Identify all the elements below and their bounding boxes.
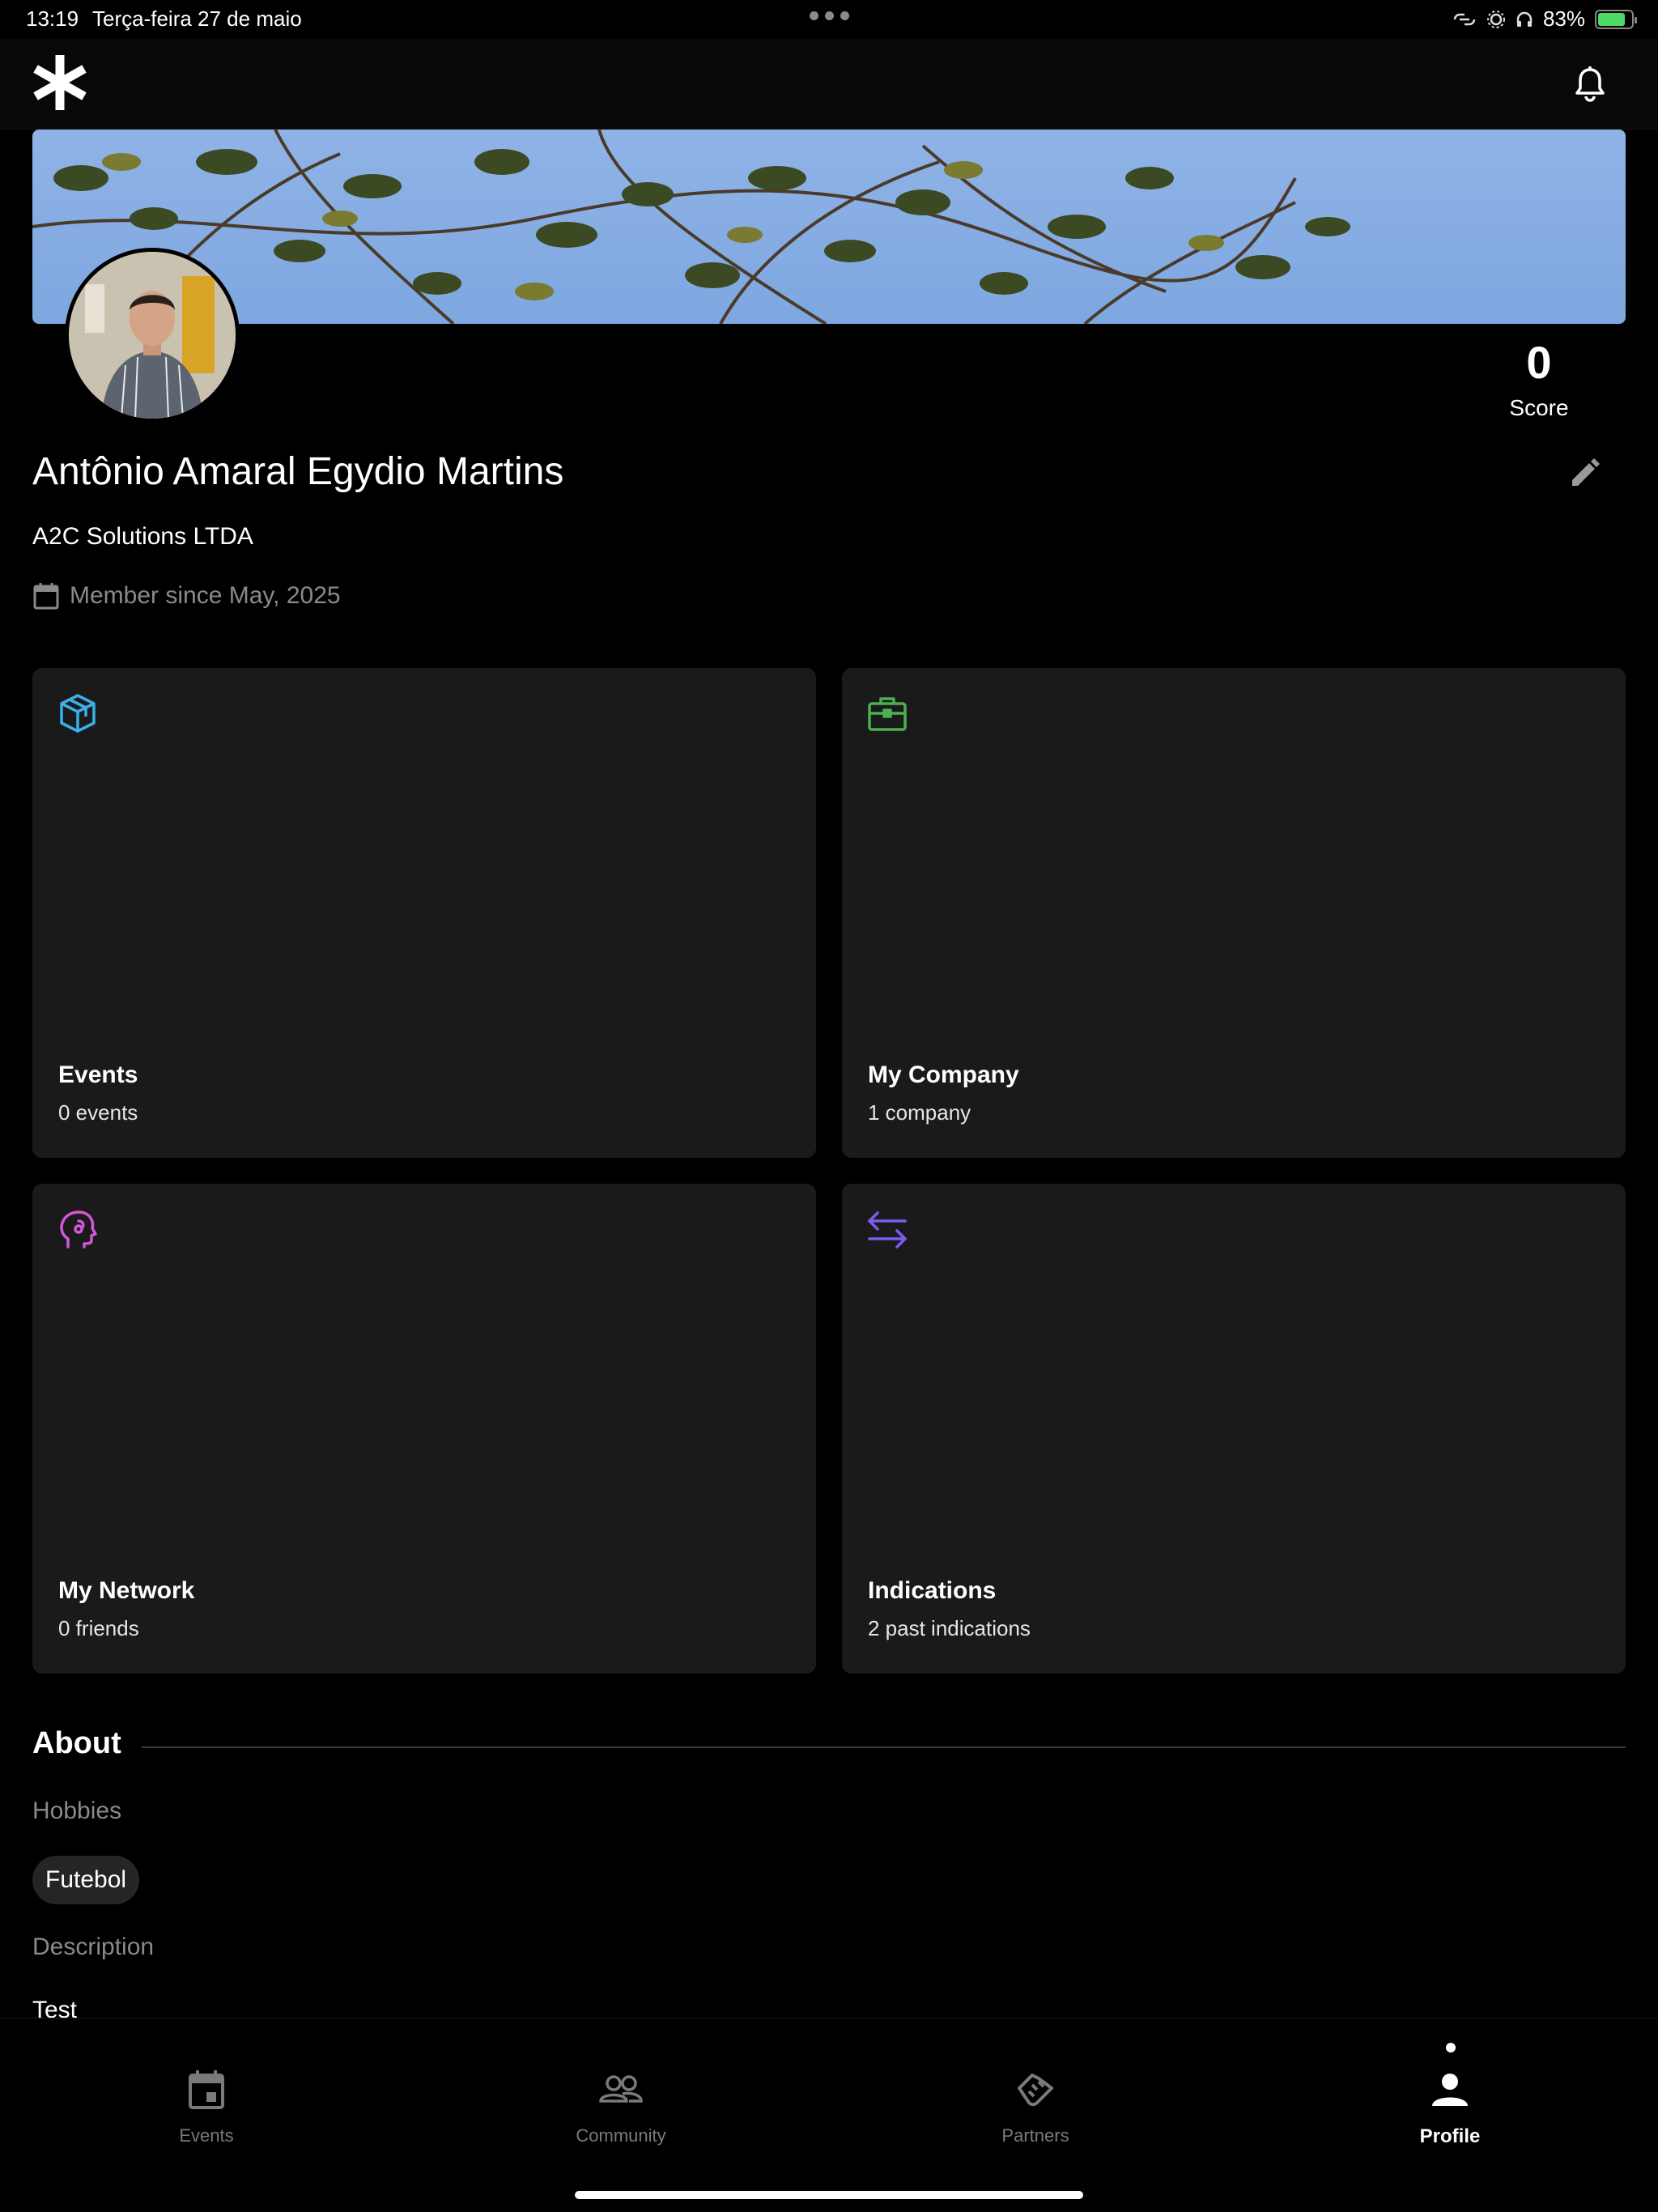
handshake-icon [1018,2074,1053,2107]
calendar-icon [33,583,59,610]
edit-pencil-icon[interactable] [1567,455,1603,491]
card-subtitle: 0 friends [58,1616,139,1640]
battery-percent: 83% [1542,6,1585,31]
head-icon [60,1210,97,1249]
asterisk-logo-icon[interactable] [31,53,89,112]
active-tab-indicator [1446,2043,1456,2052]
sun-icon [1486,10,1505,28]
card-subtitle: 1 company [868,1100,971,1125]
profile-company: A2C Solutions LTDA [32,523,253,550]
briefcase-icon [868,697,907,731]
card-title: My Company [868,1061,1019,1088]
card-subtitle: 2 past indications [868,1616,1031,1640]
member-since: Member since May, 2025 [32,581,341,610]
headphones-icon [1516,11,1533,27]
person-icon [1432,2074,1468,2106]
score-value: 0 [1526,337,1552,388]
about-heading: About [32,1726,121,1760]
card-my-network[interactable]: My Network 0 friends [32,1184,816,1674]
card-events[interactable]: Events 0 events [32,668,816,1158]
card-my-company[interactable]: My Company 1 company [842,668,1626,1158]
hobbies-label: Hobbies [32,1797,122,1824]
bottom-tab-bar: Events Community Partners Profile [0,2018,1658,2212]
tab-label: Events [179,2125,234,2146]
bell-icon[interactable] [1572,65,1608,104]
tab-label: Community [576,2125,666,2146]
calendar-icon [189,2070,224,2109]
hobby-chip[interactable]: Futebol [32,1856,140,1904]
card-title: Indications [868,1577,997,1604]
status-time: 13:19 [26,6,79,31]
tab-label: Partners [1001,2125,1069,2146]
home-indicator[interactable] [575,2191,1083,2199]
people-icon [599,2075,643,2103]
member-since-text: Member since May, 2025 [70,582,341,609]
cover-image [32,130,1626,324]
score-widget: 0 Score [1494,340,1584,421]
cube-icon [60,694,96,733]
status-bar: 13:19 Terça-feira 27 de maio 83% [0,0,1658,39]
card-subtitle: 0 events [58,1100,138,1125]
app-header [0,39,1658,130]
card-indications[interactable]: Indications 2 past indications [842,1184,1626,1674]
tab-events[interactable]: Events [101,2067,312,2146]
about-divider [142,1746,1626,1748]
profile-avatar[interactable] [65,248,240,423]
arrows-icon [868,1211,907,1249]
score-label: Score [1509,395,1569,420]
status-indicators: 83% [1452,6,1637,32]
status-date: Terça-feira 27 de maio [92,6,302,31]
battery-icon [1595,9,1637,29]
tab-label: Profile [1419,2125,1481,2147]
link-icon [1453,13,1476,25]
profile-name: Antônio Amaral Egydio Martins [32,450,564,493]
tab-profile[interactable]: Profile [1345,2067,1555,2148]
card-title: Events [58,1061,138,1088]
card-title: My Network [58,1577,195,1604]
tab-partners[interactable]: Partners [930,2067,1141,2146]
description-label: Description [32,1933,155,1960]
tab-community[interactable]: Community [516,2067,726,2146]
multitasking-dots[interactable] [810,11,849,20]
